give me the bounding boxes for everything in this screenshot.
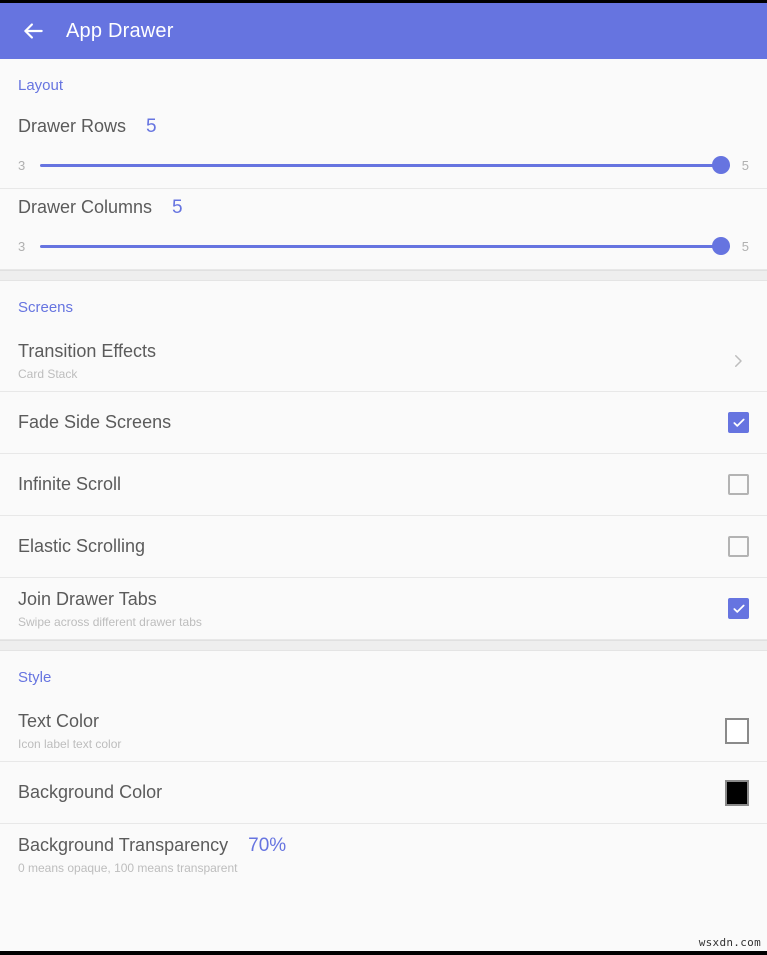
fade-side-screens-texts: Fade Side Screens <box>18 411 714 434</box>
setting-elastic-scrolling[interactable]: Elastic Scrolling <box>0 516 767 578</box>
drawer-rows-min-label: 3 <box>18 158 25 173</box>
background-transparency-value: 70% <box>248 835 286 857</box>
background-transparency-texts: Background Transparency 70% 0 means opaq… <box>18 834 749 875</box>
drawer-columns-head: Drawer Columns 5 <box>0 189 767 219</box>
setting-fade-side-screens[interactable]: Fade Side Screens <box>0 392 767 454</box>
drawer-rows-max-label: 5 <box>742 158 749 173</box>
bottom-edge-bar <box>0 951 767 955</box>
fade-side-screens-label: Fade Side Screens <box>18 411 714 434</box>
drawer-rows-head: Drawer Rows 5 <box>0 108 767 138</box>
elastic-scrolling-accessory[interactable] <box>728 536 749 557</box>
setting-transition-effects[interactable]: Transition Effects Card Stack <box>0 330 767 392</box>
back-arrow-icon[interactable] <box>18 16 48 46</box>
elastic-scrolling-label: Elastic Scrolling <box>18 535 714 558</box>
join-drawer-tabs-label: Join Drawer Tabs <box>18 588 714 611</box>
drawer-columns-slider-track[interactable] <box>40 237 730 255</box>
drawer-rows-slider[interactable]: 3 5 <box>0 138 767 174</box>
join-drawer-tabs-subtitle: Swipe across different drawer tabs <box>18 615 714 629</box>
section-header-layout: Layout <box>0 59 767 108</box>
join-drawer-tabs-accessory[interactable] <box>728 598 749 619</box>
fade-side-screens-accessory[interactable] <box>728 412 749 433</box>
elastic-scrolling-texts: Elastic Scrolling <box>18 535 714 558</box>
color-swatch-icon[interactable] <box>725 780 749 806</box>
text-color-accessory[interactable] <box>725 718 749 744</box>
section-divider <box>0 270 767 281</box>
drawer-columns-slider[interactable]: 3 5 <box>0 219 767 255</box>
infinite-scroll-accessory[interactable] <box>728 474 749 495</box>
site-watermark: wsxdn.com <box>699 936 761 949</box>
setting-drawer-rows[interactable]: Drawer Rows 5 3 5 <box>0 108 767 189</box>
drawer-rows-slider-track[interactable] <box>40 156 730 174</box>
text-color-label: Text Color <box>18 710 711 733</box>
drawer-columns-min-label: 3 <box>18 239 25 254</box>
chevron-right-icon[interactable] <box>727 350 749 372</box>
drawer-columns-label: Drawer Columns <box>18 197 152 218</box>
checkbox-checked-icon[interactable] <box>728 598 749 619</box>
transition-effects-texts: Transition Effects Card Stack <box>18 340 713 381</box>
page-title: App Drawer <box>66 20 174 43</box>
drawer-rows-slider-thumb[interactable] <box>712 156 730 174</box>
infinite-scroll-label: Infinite Scroll <box>18 473 714 496</box>
text-color-texts: Text Color Icon label text color <box>18 710 711 751</box>
setting-drawer-columns[interactable]: Drawer Columns 5 3 5 <box>0 189 767 270</box>
section-layout: Layout Drawer Rows 5 3 5 Drawer Columns … <box>0 59 767 270</box>
slider-track-fill <box>40 164 730 167</box>
app-screen: App Drawer Layout Drawer Rows 5 3 5 Draw… <box>0 0 767 955</box>
transition-effects-label: Transition Effects <box>18 340 713 363</box>
background-transparency-head: Background Transparency 70% <box>18 834 749 857</box>
drawer-rows-value: 5 <box>146 116 157 138</box>
background-transparency-subtitle: 0 means opaque, 100 means transparent <box>18 861 749 875</box>
transition-effects-accessory[interactable] <box>727 350 749 372</box>
setting-background-transparency[interactable]: Background Transparency 70% 0 means opaq… <box>0 824 767 886</box>
app-bar: App Drawer <box>0 3 767 59</box>
drawer-columns-max-label: 5 <box>742 239 749 254</box>
join-drawer-tabs-texts: Join Drawer Tabs Swipe across different … <box>18 588 714 629</box>
section-style: Style Text Color Icon label text color B… <box>0 651 767 886</box>
transition-effects-subtitle: Card Stack <box>18 367 713 381</box>
text-color-subtitle: Icon label text color <box>18 737 711 751</box>
setting-join-drawer-tabs[interactable]: Join Drawer Tabs Swipe across different … <box>0 578 767 640</box>
checkbox-checked-icon[interactable] <box>728 412 749 433</box>
section-divider <box>0 640 767 651</box>
setting-background-color[interactable]: Background Color <box>0 762 767 824</box>
drawer-columns-value: 5 <box>172 197 183 219</box>
background-color-accessory[interactable] <box>725 780 749 806</box>
setting-text-color[interactable]: Text Color Icon label text color <box>0 700 767 762</box>
checkbox-unchecked-icon[interactable] <box>728 474 749 495</box>
slider-track-fill <box>40 245 730 248</box>
section-header-style: Style <box>0 651 767 700</box>
section-screens: Screens Transition Effects Card Stack Fa… <box>0 281 767 640</box>
infinite-scroll-texts: Infinite Scroll <box>18 473 714 496</box>
background-transparency-label: Background Transparency <box>18 834 228 857</box>
setting-infinite-scroll[interactable]: Infinite Scroll <box>0 454 767 516</box>
section-header-screens: Screens <box>0 281 767 330</box>
background-color-texts: Background Color <box>18 781 711 804</box>
background-color-label: Background Color <box>18 781 711 804</box>
drawer-columns-slider-thumb[interactable] <box>712 237 730 255</box>
drawer-rows-label: Drawer Rows <box>18 116 126 137</box>
checkbox-unchecked-icon[interactable] <box>728 536 749 557</box>
color-swatch-icon[interactable] <box>725 718 749 744</box>
